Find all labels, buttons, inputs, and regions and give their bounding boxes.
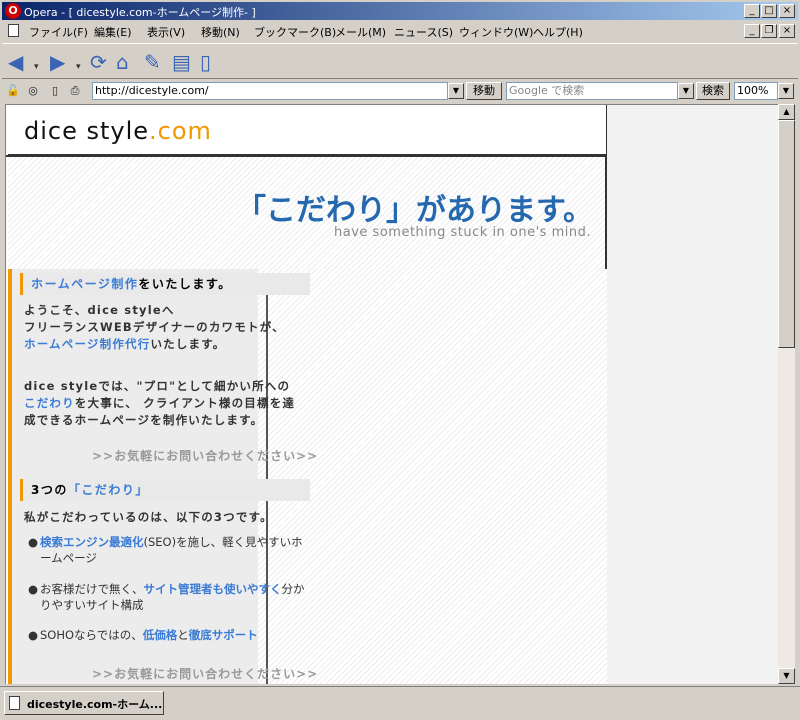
back-history-arrow-icon[interactable]: ▾	[34, 56, 39, 78]
url-dropdown-arrow[interactable]: ▼	[448, 83, 464, 99]
homepage-service-link[interactable]: ホームページ制作代行	[24, 337, 150, 351]
reload-icon[interactable]: ⟳	[90, 51, 107, 73]
section2-heading-text: 3つの	[31, 483, 68, 497]
forward-icon[interactable]: ▶	[50, 51, 65, 73]
home-icon[interactable]: ⌂	[116, 51, 129, 73]
list-item-usability-line-2: りやすいサイト構成	[40, 598, 144, 612]
logo-com: .com	[149, 117, 212, 145]
contact-link-2[interactable]: >>お気軽にお問い合わせください>>	[92, 665, 318, 682]
menu-window[interactable]: ウィンドウ(W)	[459, 24, 533, 40]
section-heading-three: 3つの「こだわり」	[20, 479, 310, 501]
menu-bookmarks[interactable]: ブックマーク(B)	[254, 24, 336, 40]
search-button[interactable]: 検索	[696, 82, 730, 100]
page-tab-icon	[9, 696, 20, 710]
document-icon	[8, 24, 19, 37]
support-link[interactable]: 徹底サポート	[189, 628, 258, 642]
catchphrase: 「こだわり」があります。	[236, 193, 593, 228]
mdi-minimize-button[interactable]: _	[744, 24, 760, 38]
intro-line-2: フリーランスWEBデザイナーのカワモトが、	[24, 320, 285, 334]
vertical-scrollbar[interactable]: ▲ ▼	[778, 104, 795, 684]
navigation-toolbar: ◀ ▾ ▶ ▾ ⟳ ⌂ ✎ ▤ ▯	[2, 43, 798, 79]
hero-banner: 「こだわり」があります。 have something stuck in one…	[8, 157, 607, 269]
back-icon[interactable]: ◀	[8, 51, 23, 73]
security-lock-icon[interactable]: 🔓	[6, 83, 20, 98]
mdi-close-button[interactable]: ×	[779, 24, 795, 38]
print-icon[interactable]: ▤	[172, 51, 191, 73]
philosophy-line-2: を大事に、 クライアント様の目標を達	[74, 396, 296, 410]
url-input[interactable]: http://dicestyle.com/	[92, 82, 448, 100]
menu-navigate[interactable]: 移動(N)	[201, 24, 240, 40]
mdi-restore-button[interactable]: ❐	[761, 24, 777, 38]
forward-history-arrow-icon[interactable]: ▾	[76, 56, 81, 78]
list-item-usability-pre: お客様だけで無く、	[40, 582, 144, 596]
search-engine-dropdown[interactable]: ▼	[678, 83, 694, 99]
go-button[interactable]: 移動	[466, 82, 502, 100]
scroll-up-arrow-icon[interactable]: ▲	[778, 104, 795, 120]
tab-label: dicestyle.com-ホーム...	[27, 698, 163, 711]
menu-help[interactable]: ヘルプ(H)	[533, 24, 583, 40]
intro-paragraph: ようこそ、dice styleへ フリーランスWEBデザイナーのカワモトが、 ホ…	[24, 302, 285, 353]
three-points-intro: 私がこだわっているのは、以下の3つです。	[24, 510, 273, 524]
address-bar: 🔓 ◎ ▯ ⎙ http://dicestyle.com/ ▼ 移動 Googl…	[2, 80, 798, 102]
philosophy-line-1: dice styleでは、"プロ"として細かい所への	[24, 379, 291, 393]
opera-icon: O	[5, 3, 21, 19]
contact-link-1[interactable]: >>お気軽にお問い合わせください>>	[92, 447, 318, 464]
list-item-price: ● SOHOならではの、低価格と徹底サポート	[28, 628, 258, 642]
menu-file[interactable]: ファイル(F)	[29, 24, 88, 40]
section-heading-link[interactable]: ホームページ制作	[31, 277, 138, 291]
page-viewport: dice style.com 「こだわり」があります。 have somethi…	[5, 104, 778, 684]
new-page-icon[interactable]: ▯	[48, 83, 62, 98]
section-heading-homepage: ホームページ制作をいたします。	[20, 273, 310, 295]
list-item-seo-text: (SEO)を施し、軽く見やすいホ	[143, 535, 303, 549]
logo-main: dice style	[24, 117, 150, 145]
zoom-field[interactable]: 100%	[734, 82, 778, 100]
scroll-down-arrow-icon[interactable]: ▼	[778, 668, 795, 684]
site-logo[interactable]: dice style.com	[24, 117, 212, 145]
zoom-dropdown[interactable]: ▼	[778, 83, 794, 99]
minimize-button[interactable]: _	[744, 4, 760, 18]
search-input[interactable]: Google で検索	[506, 82, 678, 100]
list-item-seo: ● 検索エンジン最適化(SEO)を施し、軽く見やすいホ ームページ	[28, 535, 303, 565]
list-item-price-mid: と	[177, 628, 189, 642]
list-item-usability-rest: 分か	[281, 582, 305, 596]
close-button[interactable]: ×	[779, 4, 795, 18]
window-title: Opera - [ dicestyle.com-ホームページ制作- ]	[24, 6, 256, 19]
menu-bar: ファイル(F) 編集(E) 表示(V) 移動(N) ブックマーク(B) メール(…	[2, 21, 798, 41]
tab-dicestyle[interactable]: dicestyle.com-ホーム...	[4, 691, 164, 715]
usability-link[interactable]: サイト管理者も使いやすく	[144, 582, 282, 596]
main-content: ホームページ制作をいたします。 ようこそ、dice styleへ フリーランスW…	[8, 269, 607, 684]
cookie-icon[interactable]: ◎	[26, 83, 40, 98]
philosophy-line-3: 成できるホームページを制作いたします。	[24, 413, 264, 427]
list-item-seo-line-2: ームページ	[40, 551, 97, 565]
title-bar: O Opera - [ dicestyle.com-ホームページ制作- ] _ …	[2, 2, 798, 20]
philosophy-paragraph: dice styleでは、"プロ"として細かい所への こだわりを大事に、 クライ…	[24, 378, 295, 429]
menu-edit[interactable]: 編集(E)	[94, 24, 132, 40]
site-header: dice style.com	[8, 105, 607, 155]
maximize-button[interactable]: □	[761, 4, 777, 18]
low-price-link[interactable]: 低価格	[143, 628, 178, 642]
menu-view[interactable]: 表示(V)	[147, 24, 185, 40]
section-heading-text: をいたします。	[138, 277, 232, 291]
catchphrase-subtitle: have something stuck in one's mind.	[334, 225, 591, 240]
section2-heading-link[interactable]: 「こだわり」	[68, 483, 149, 497]
page-right-margin	[607, 105, 778, 684]
list-item-price-pre: SOHOならではの、	[40, 628, 143, 642]
print-preview-icon[interactable]: ⎙	[68, 83, 82, 98]
bookmarks-icon[interactable]: ✎	[144, 51, 161, 73]
opera-window: O Opera - [ dicestyle.com-ホームページ制作- ] _ …	[0, 0, 800, 720]
seo-link[interactable]: 検索エンジン最適化	[40, 535, 144, 549]
intro-line-1: ようこそ、dice styleへ	[24, 303, 175, 317]
page-icon[interactable]: ▯	[200, 51, 211, 73]
intro-line-3: いたします。	[150, 337, 226, 351]
menu-news[interactable]: ニュース(S)	[394, 24, 453, 40]
list-item-usability: ● お客様だけで無く、サイト管理者も使いやすく分か りやすいサイト構成	[28, 582, 305, 612]
tab-bar: dicestyle.com-ホーム...	[0, 686, 800, 720]
kodawari-link[interactable]: こだわり	[24, 396, 75, 410]
scroll-thumb[interactable]	[778, 120, 795, 348]
menu-mail[interactable]: メール(M)	[335, 24, 386, 40]
